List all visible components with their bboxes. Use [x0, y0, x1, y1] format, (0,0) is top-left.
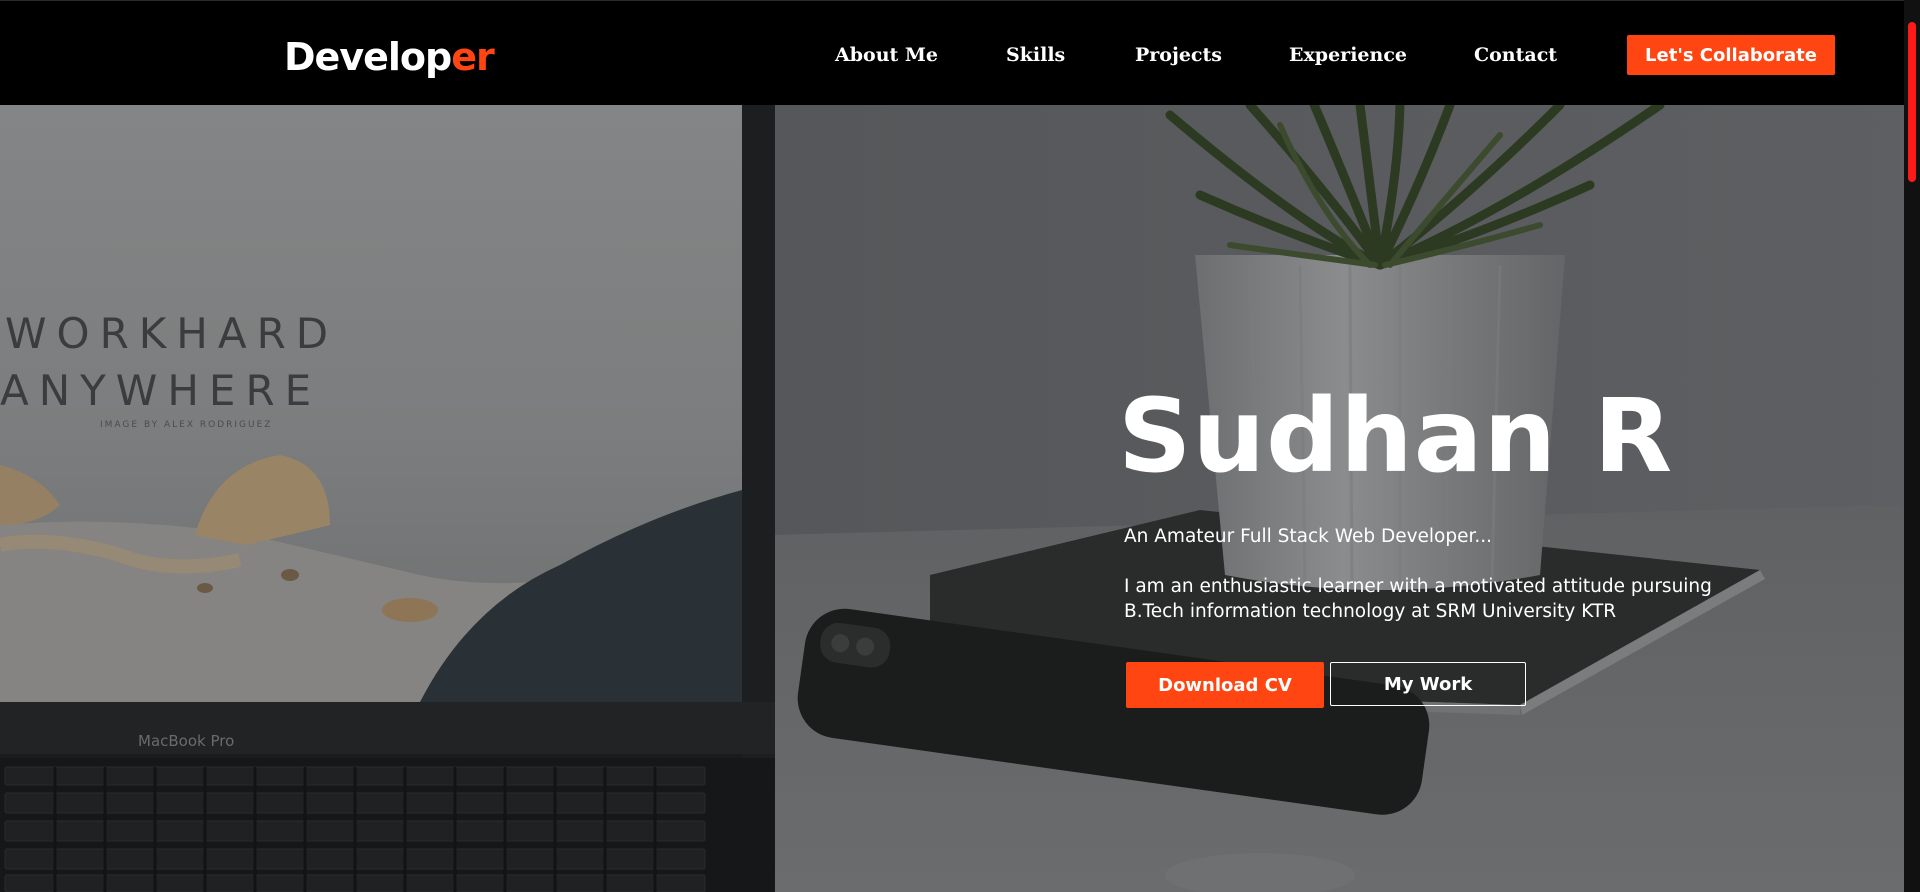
- lets-collaborate-button[interactable]: Let's Collaborate: [1627, 35, 1835, 75]
- page-scrollbar[interactable]: [1904, 0, 1920, 892]
- nav-link-contact[interactable]: Contact: [1474, 41, 1557, 69]
- brand-logo-accent: er: [451, 35, 495, 79]
- navbar: Developer About Me Skills Projects Exper…: [0, 0, 1920, 105]
- nav-link-about-me[interactable]: About Me: [835, 41, 938, 69]
- brand-logo-main: Develop: [284, 35, 452, 79]
- nav-link-projects[interactable]: Projects: [1135, 41, 1222, 69]
- nav-link-skills[interactable]: Skills: [1006, 41, 1065, 69]
- hero-description: I am an enthusiastic learner with a moti…: [1124, 576, 1712, 622]
- scrollbar-thumb[interactable]: [1908, 22, 1916, 182]
- hero-tagline: An Amateur Full Stack Web Developer...: [1124, 526, 1493, 547]
- nav-link-experience[interactable]: Experience: [1289, 41, 1407, 69]
- brand-logo[interactable]: Developer: [284, 31, 495, 83]
- hero-title: Sudhan R: [1118, 377, 1674, 496]
- hero-section: WORKHARD ANYWHERE IMAGE BY ALEX RODRIGUE…: [0, 105, 1920, 892]
- download-cv-button[interactable]: Download CV: [1126, 662, 1324, 708]
- hero-overlay: [0, 105, 1920, 892]
- my-work-button[interactable]: My Work: [1330, 662, 1526, 706]
